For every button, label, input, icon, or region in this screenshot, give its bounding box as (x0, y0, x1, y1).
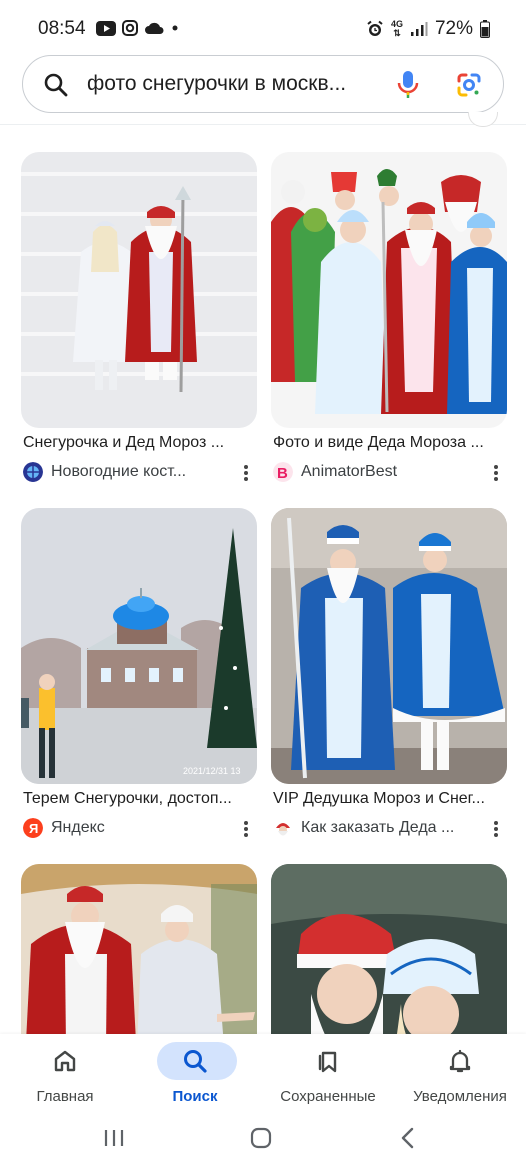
network-indicator: 4G ⇅ (391, 20, 403, 38)
source-name[interactable]: AnimatorBest (301, 463, 397, 481)
status-right-icons: 4G ⇅ 72% (366, 18, 490, 40)
results-divider (0, 124, 526, 125)
battery-percent: 72% (434, 18, 473, 39)
home-icon[interactable] (50, 1046, 80, 1076)
santa-favicon (276, 823, 290, 836)
nav-saved-label[interactable]: Сохраненные (263, 1088, 393, 1105)
google-lens-icon[interactable] (455, 71, 483, 99)
source-name[interactable]: Новогодние кост... (51, 463, 186, 481)
bottom-navigation: Главная Поиск Сохраненные Уведомления (0, 1034, 526, 1116)
status-time: 08:54 (38, 18, 86, 39)
nav-saved[interactable]: Сохраненные (263, 1034, 393, 1116)
result-thumbnail[interactable]: 2021/12/31 13 (21, 508, 257, 784)
mic-icon[interactable] (395, 69, 421, 101)
source-name[interactable]: Яндекс (51, 819, 105, 837)
dot-icon (172, 25, 178, 31)
more-options-icon[interactable] (493, 820, 499, 838)
result-thumbnail[interactable] (271, 152, 507, 428)
signal-icon (410, 22, 428, 36)
nav-home[interactable]: Главная (0, 1034, 130, 1116)
result-title[interactable]: Терем Снегурочки, достоп... (23, 790, 259, 808)
more-options-icon[interactable] (243, 464, 249, 482)
youtube-icon (96, 20, 116, 36)
cloud-icon (145, 22, 164, 34)
nav-notifications[interactable]: Уведомления (395, 1034, 525, 1116)
animatorbest-favicon: B (273, 462, 293, 482)
nav-notifications-label[interactable]: Уведомления (395, 1088, 525, 1105)
more-options-icon[interactable] (493, 464, 499, 482)
nav-search-label[interactable]: Поиск (130, 1088, 260, 1105)
home-button[interactable] (249, 1126, 273, 1150)
result-source[interactable]: Я Яндекс (23, 818, 255, 840)
search-icon[interactable] (43, 72, 69, 98)
nav-home-label[interactable]: Главная (0, 1088, 130, 1105)
back-button[interactable] (396, 1126, 420, 1150)
svg-text:2021/12/31 13: 2021/12/31 13 (183, 766, 241, 776)
result-source[interactable]: Новогодние кост... (23, 462, 255, 484)
result-title[interactable]: Фото и виде Деда Мороза ... (273, 434, 509, 452)
result-thumbnail[interactable] (21, 152, 257, 428)
recents-button[interactable] (102, 1126, 126, 1150)
more-options-icon[interactable] (243, 820, 249, 838)
nav-search[interactable]: Поиск (130, 1034, 260, 1116)
alarm-icon (367, 20, 383, 36)
bookmarks-icon[interactable] (313, 1046, 343, 1076)
result-source[interactable]: Как заказать Деда ... (273, 818, 505, 840)
system-navigation-bar (0, 1116, 526, 1168)
svg-text:B: B (277, 465, 288, 482)
result-thumbnail[interactable] (271, 508, 507, 784)
data-arrows-icon: ⇅ (393, 28, 401, 38)
bell-icon[interactable] (445, 1046, 475, 1076)
globe-favicon (23, 462, 43, 482)
svg-text:Я: Я (29, 821, 38, 836)
result-title[interactable]: VIP Дедушка Мороз и Снег... (273, 790, 509, 808)
result-source[interactable]: B AnimatorBest (273, 462, 505, 484)
result-title[interactable]: Снегурочка и Дед Мороз ... (23, 434, 259, 452)
status-left-icons (96, 20, 180, 36)
search-input[interactable]: фото снегурочки в москв... (87, 72, 407, 96)
instagram-icon (122, 20, 138, 36)
battery-icon (480, 20, 490, 38)
source-name[interactable]: Как заказать Деда ... (301, 819, 454, 837)
status-bar: 08:54 4G ⇅ 72% (0, 0, 526, 58)
search-icon[interactable] (180, 1046, 210, 1076)
yandex-favicon: Я (23, 818, 43, 838)
search-bar[interactable]: фото снегурочки в москв... (22, 55, 504, 113)
